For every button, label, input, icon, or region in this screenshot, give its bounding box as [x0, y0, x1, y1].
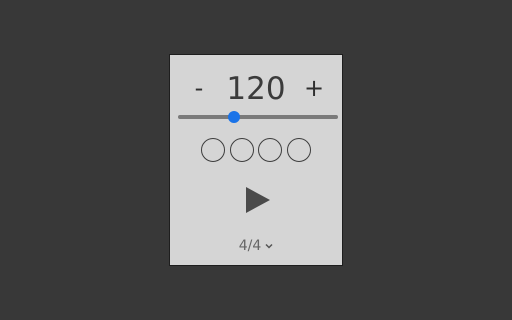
time-signature-label: 4/4: [238, 238, 262, 254]
beat-indicators: [199, 138, 315, 166]
play-button[interactable]: [240, 183, 274, 217]
beat-indicator-3[interactable]: [258, 138, 282, 162]
tempo-value: 120: [226, 71, 286, 107]
tempo-slider-track: [178, 115, 338, 119]
time-signature-select[interactable]: 4/4: [226, 237, 286, 255]
decrease-tempo-button[interactable]: -: [184, 73, 214, 103]
chevron-down-icon: [265, 236, 273, 254]
increase-tempo-button[interactable]: +: [299, 73, 329, 103]
beat-indicator-2[interactable]: [230, 138, 254, 162]
beat-indicator-1[interactable]: [201, 138, 225, 162]
play-icon: [246, 187, 270, 213]
tempo-slider-thumb[interactable]: [228, 111, 240, 123]
tempo-controls: - 120 +: [170, 71, 342, 107]
beat-indicator-4[interactable]: [287, 138, 311, 162]
tempo-slider[interactable]: [178, 108, 338, 126]
metronome-panel: - 120 + 4/4: [169, 54, 343, 266]
